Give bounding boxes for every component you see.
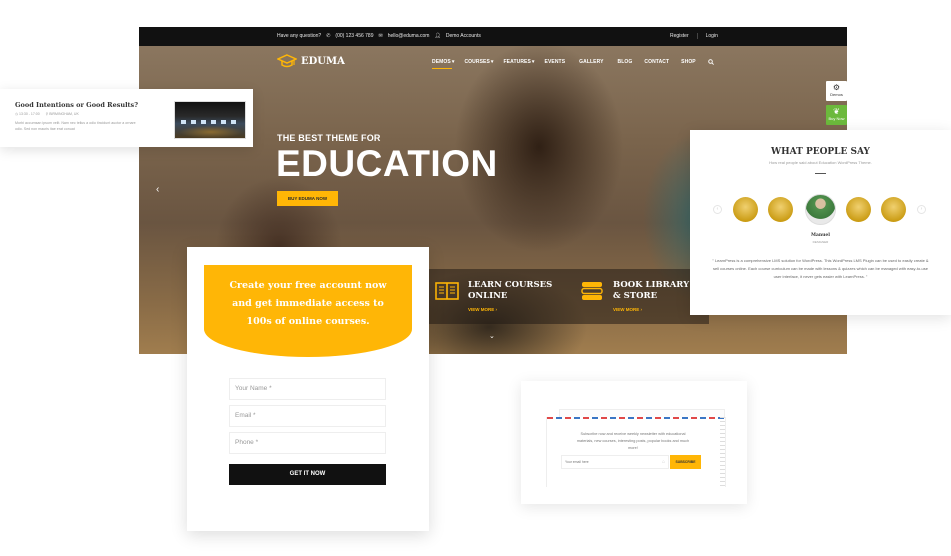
avatar-active[interactable] bbox=[805, 194, 836, 225]
nav-shop[interactable]: SHOP bbox=[681, 59, 696, 65]
avatar[interactable] bbox=[768, 197, 793, 222]
nav-contact[interactable]: CONTACT bbox=[644, 59, 669, 65]
hero-subtitle: THE BEST THEME FOR bbox=[277, 133, 381, 143]
get-it-now-button[interactable]: GET IT NOW bbox=[229, 464, 386, 485]
search-icon[interactable] bbox=[708, 59, 714, 65]
nav-courses[interactable]: COURSES▾ bbox=[464, 59, 493, 65]
nav-events[interactable]: EVENTS bbox=[545, 59, 566, 65]
testimonial-name: Manuel bbox=[810, 233, 830, 238]
email-placeholder: Your email here bbox=[565, 460, 589, 464]
slider-prev-arrow-icon[interactable]: ‹ bbox=[156, 184, 159, 195]
demos-button[interactable]: ⚙ Demos bbox=[826, 81, 847, 101]
phone-link[interactable]: (00) 123 456 789 bbox=[335, 33, 373, 39]
email-field[interactable]: Email * bbox=[229, 405, 386, 427]
buy-now-label: Buy Now bbox=[828, 116, 845, 121]
event-time: 13:30 - 17:00 bbox=[19, 112, 40, 116]
event-location: BIRMINGHAM, UK bbox=[49, 112, 79, 116]
user-icon: 👤︎ bbox=[434, 33, 441, 39]
logo[interactable]: EDUMA bbox=[277, 54, 345, 68]
newsletter-card: Subscribe now and receive weekly newslet… bbox=[521, 381, 747, 504]
book-stack-icon bbox=[581, 282, 603, 300]
avatar-carousel: ‹ › bbox=[690, 194, 951, 225]
airmail-border bbox=[547, 417, 727, 419]
event-title[interactable]: Good Intentions or Good Results? bbox=[15, 101, 138, 109]
buy-now-button[interactable]: ❦ Buy Now bbox=[826, 105, 847, 125]
feature-title: BOOK LIBRARY bbox=[613, 280, 690, 290]
nav-demos[interactable]: DEMOS▾ bbox=[432, 59, 455, 69]
envelope-perforation bbox=[720, 417, 725, 487]
logo-text: EDUMA bbox=[301, 55, 345, 67]
phone-icon: ✆ bbox=[326, 33, 331, 39]
demo-accounts-link[interactable]: Demo Accounts bbox=[446, 33, 481, 39]
name-field[interactable]: Your Name * bbox=[229, 378, 386, 400]
login-link[interactable]: Login bbox=[706, 33, 718, 39]
testimonials-title: WHAT PEOPLE SAY bbox=[771, 147, 870, 157]
scroll-down-chevron-icon[interactable]: ⌄ bbox=[489, 332, 495, 340]
buy-eduma-button[interactable]: BUY EDUMA NOW bbox=[277, 191, 338, 206]
feature-learn-courses[interactable]: LEARN COURSES ONLINE VIEW MORE › bbox=[434, 280, 552, 312]
main-nav: DEMOS▾ COURSES▾ FEATURES▾ EVENTS GALLERY… bbox=[432, 59, 714, 69]
testimonial-role: DESIGNER bbox=[812, 240, 829, 244]
features-band: LEARN COURSES ONLINE VIEW MORE › BOOK LI… bbox=[428, 269, 709, 324]
testimonials-card: WHAT PEOPLE SAY How real people said abo… bbox=[690, 130, 951, 315]
view-more-link[interactable]: VIEW MORE › bbox=[468, 307, 552, 312]
subscribe-button[interactable]: SUBSCRIBE bbox=[670, 455, 701, 469]
signup-headline: Create your free account now and get imm… bbox=[229, 280, 387, 327]
hero-title: EDUCATION bbox=[276, 143, 498, 184]
carousel-next-icon[interactable]: › bbox=[917, 205, 926, 214]
autofill-icon: ⌂ bbox=[661, 459, 665, 465]
avatar[interactable] bbox=[846, 197, 871, 222]
testimonials-subtitle: How real people said about Education Wor… bbox=[769, 160, 872, 165]
gear-icon: ⚙ bbox=[832, 83, 841, 92]
testimonial-quote: " LearnPress is a comprehensive LMS solu… bbox=[712, 258, 929, 279]
open-book-icon bbox=[435, 282, 459, 300]
newsletter-email-input[interactable]: Your email here ⌂ bbox=[561, 455, 669, 469]
signup-card: Create your free account now and get imm… bbox=[187, 247, 429, 531]
register-link[interactable]: Register bbox=[670, 33, 689, 39]
chevron-down-icon: ▾ bbox=[490, 59, 494, 65]
feature-book-library[interactable]: BOOK LIBRARY & STORE VIEW MORE › bbox=[579, 280, 689, 312]
nav-blog[interactable]: BLOG bbox=[618, 59, 633, 65]
divider bbox=[696, 33, 698, 39]
event-meta: ◷ 13:30 - 17:00 ⚲ BIRMINGHAM, UK bbox=[15, 112, 79, 116]
view-more-link[interactable]: VIEW MORE › bbox=[613, 307, 689, 312]
signup-banner: Create your free account now and get imm… bbox=[204, 265, 412, 357]
newsletter-text: Subscribe now and receive weekly newslet… bbox=[576, 432, 690, 450]
event-image bbox=[174, 101, 246, 139]
feature-title: LEARN COURSES bbox=[468, 280, 553, 290]
title-divider bbox=[815, 173, 826, 174]
event-description: Morbi accumsan ipsum velit. Nam nec tell… bbox=[15, 121, 136, 131]
nav-features[interactable]: FEATURES▾ bbox=[504, 59, 535, 65]
mail-icon: ✉ bbox=[378, 33, 383, 39]
email-link[interactable]: hello@eduma.com bbox=[388, 33, 430, 39]
graduation-cap-icon bbox=[277, 54, 297, 68]
avatar[interactable] bbox=[733, 197, 758, 222]
feature-title-line2: ONLINE bbox=[468, 291, 508, 301]
top-bar: Have any question? ✆ (00) 123 456 789 ✉ … bbox=[139, 27, 847, 46]
nav-gallery[interactable]: GALLERY bbox=[579, 59, 603, 65]
chevron-down-icon: ▾ bbox=[531, 59, 535, 65]
side-tools: ⚙ Demos ❦ Buy Now bbox=[826, 81, 847, 125]
leaf-icon: ❦ bbox=[833, 107, 840, 116]
feature-title-line2: & STORE bbox=[613, 291, 658, 301]
event-card[interactable]: Good Intentions or Good Results? ◷ 13:30… bbox=[0, 89, 253, 147]
chevron-down-icon: ▾ bbox=[451, 59, 455, 65]
demos-label: Demos bbox=[830, 92, 843, 97]
phone-field[interactable]: Phone * bbox=[229, 432, 386, 454]
carousel-prev-icon[interactable]: ‹ bbox=[713, 205, 722, 214]
avatar[interactable] bbox=[881, 197, 906, 222]
envelope: Subscribe now and receive weekly newslet… bbox=[546, 417, 727, 487]
question-label: Have any question? bbox=[277, 33, 322, 39]
